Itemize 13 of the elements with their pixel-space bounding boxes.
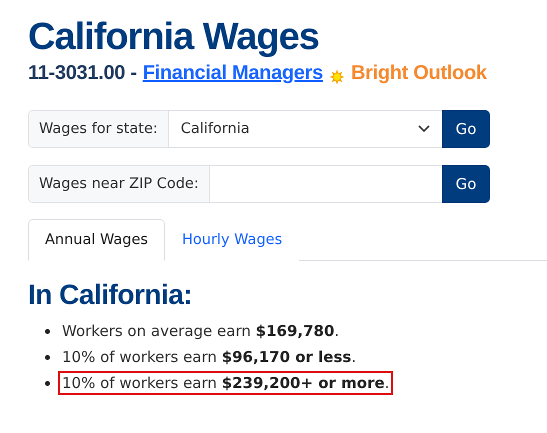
sun-icon [328,68,345,84]
occupation-link[interactable]: Financial Managers [142,62,323,85]
section-heading: In California: [28,279,194,311]
occupation-code: 11-3031.00 - [28,62,137,85]
page-title: California Wages [28,15,320,60]
bullet-icon [45,354,50,360]
wage-fact: 10% of workers earn $239,200+ or more. [58,371,394,395]
wage-fact: Workers on average earn $169,780. [61,321,340,342]
bullet-icon [45,328,50,334]
bullet-icon [45,380,50,386]
wage-tab[interactable]: Annual Wages [28,219,165,261]
bright-outlook-label: Bright Outlook [350,62,487,85]
wage-fact: 10% of workers earn $96,170 or less. [61,347,358,368]
